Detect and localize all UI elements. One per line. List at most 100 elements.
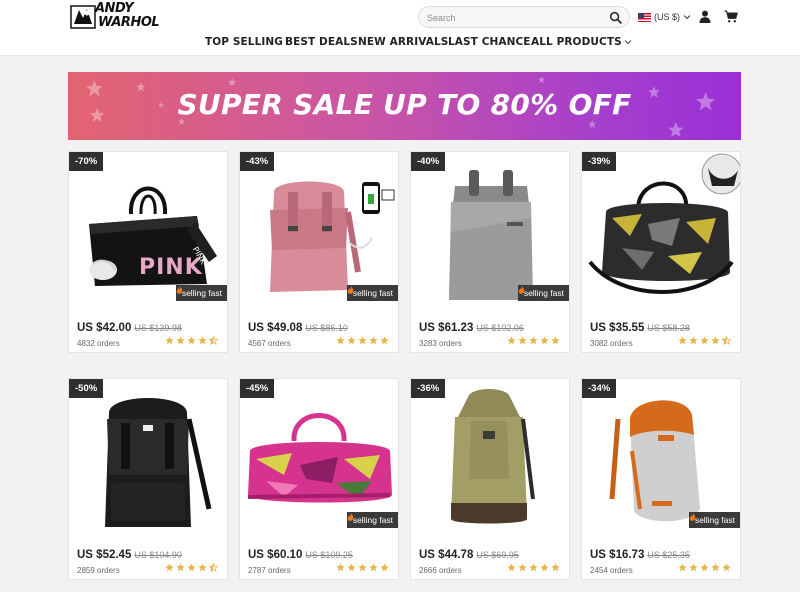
price-row: US $52.45 US $104.90 bbox=[77, 545, 182, 563]
selling-fast-badge: selling fast bbox=[517, 285, 569, 301]
star-full-icon bbox=[678, 336, 687, 345]
product-card[interactable]: -50% US $52.45 US $104.90 2859 orders bbox=[68, 378, 228, 580]
nav-all-products-label: ALL PRODUCTS bbox=[531, 36, 622, 48]
star-full-icon bbox=[540, 563, 549, 572]
selling-fast-badge: selling fast bbox=[346, 512, 398, 528]
product-card[interactable]: -45% selling fast US $60.10 US $109.25 27… bbox=[239, 378, 399, 580]
selling-fast-badge: selling fast bbox=[346, 285, 398, 301]
price-row: US $16.73 US $25.35 bbox=[590, 545, 690, 563]
star-full-icon bbox=[165, 563, 174, 572]
discount-badge: -39% bbox=[582, 152, 617, 171]
product-image-pink-usb-backpack[interactable]: -43% selling fast bbox=[240, 152, 398, 307]
star-full-icon bbox=[529, 336, 538, 345]
star-full-icon bbox=[176, 563, 185, 572]
currency-selector[interactable]: (US $) bbox=[638, 10, 691, 24]
product-old-price: US $69.95 bbox=[476, 550, 519, 560]
star-full-icon bbox=[347, 336, 356, 345]
price-row: US $49.08 US $86.10 bbox=[248, 318, 348, 336]
logo-mark-icon bbox=[70, 5, 96, 29]
star-full-icon bbox=[518, 336, 527, 345]
logo-line-2: WARHOL bbox=[98, 15, 160, 30]
product-image-olive-canvas-bucket-backpack[interactable]: -36% bbox=[411, 379, 569, 534]
product-old-price: US $86.10 bbox=[305, 323, 348, 333]
rating-stars bbox=[507, 336, 560, 345]
selling-fast-badge: selling fast bbox=[688, 512, 740, 528]
rating-stars bbox=[678, 563, 731, 572]
star-full-icon bbox=[711, 563, 720, 572]
product-card[interactable]: -39% US $35.55 US $58.28 3082 orders bbox=[581, 151, 741, 353]
product-price: US $16.73 bbox=[590, 549, 645, 561]
search-box[interactable] bbox=[418, 6, 630, 28]
order-count: 2454 orders bbox=[590, 566, 633, 575]
discount-badge: -34% bbox=[582, 379, 617, 398]
star-full-icon bbox=[347, 563, 356, 572]
order-count: 4567 orders bbox=[248, 339, 291, 348]
star-full-icon bbox=[722, 563, 731, 572]
rating-stars bbox=[165, 563, 218, 572]
nav-best-deals[interactable]: BEST DEALS bbox=[285, 36, 358, 48]
price-row: US $42.00 US $139.98 bbox=[77, 318, 182, 336]
product-price: US $61.23 bbox=[419, 322, 474, 334]
nav-last-chance[interactable]: LAST CHANCE bbox=[448, 36, 531, 48]
order-count: 3082 orders bbox=[590, 339, 633, 348]
product-card[interactable]: -34% selling fast US $16.73 US $25.35 245… bbox=[581, 378, 741, 580]
product-image-grey-roll-top-backpack[interactable]: -40% selling fast bbox=[411, 152, 569, 307]
star-full-icon bbox=[369, 563, 378, 572]
product-price: US $52.45 bbox=[77, 549, 132, 561]
product-old-price: US $109.25 bbox=[305, 550, 353, 560]
user-icon[interactable] bbox=[699, 10, 711, 23]
product-old-price: US $104.90 bbox=[134, 550, 182, 560]
discount-badge: -40% bbox=[411, 152, 446, 171]
product-card[interactable]: -36% US $44.78 US $69.95 2666 orders bbox=[410, 378, 570, 580]
rating-stars bbox=[336, 563, 389, 572]
product-card[interactable]: PINK PINK -70% selling fast US $42.00 US … bbox=[68, 151, 228, 353]
product-image-black-pink-duffel-bag[interactable]: PINK PINK -70% selling fast bbox=[69, 152, 227, 307]
us-flag-icon bbox=[638, 12, 651, 22]
product-image-camo-gym-duffel-bag[interactable]: -39% bbox=[582, 152, 740, 307]
search-icon[interactable] bbox=[609, 11, 622, 24]
discount-badge: -45% bbox=[240, 379, 275, 398]
cart-icon[interactable] bbox=[724, 10, 738, 23]
discount-badge: -36% bbox=[411, 379, 446, 398]
star-full-icon bbox=[380, 336, 389, 345]
fire-icon bbox=[689, 512, 696, 521]
order-count: 3283 orders bbox=[419, 339, 462, 348]
product-card[interactable]: -40% selling fast US $61.23 US $102.06 32… bbox=[410, 151, 570, 353]
selling-fast-label: selling fast bbox=[694, 515, 735, 525]
product-price: US $42.00 bbox=[77, 322, 132, 334]
order-count: 2666 orders bbox=[419, 566, 462, 575]
order-count: 4832 orders bbox=[77, 339, 120, 348]
selling-fast-label: selling fast bbox=[352, 515, 393, 525]
star-full-icon bbox=[336, 336, 345, 345]
product-card[interactable]: -43% selling fast US $49.08 US $86.10 456… bbox=[239, 151, 399, 353]
selling-fast-label: selling fast bbox=[352, 288, 393, 298]
star-full-icon bbox=[369, 336, 378, 345]
nav-new-arrivals[interactable]: NEW ARRIVALS bbox=[358, 36, 448, 48]
star-full-icon bbox=[198, 336, 207, 345]
discount-badge: -43% bbox=[240, 152, 275, 171]
main-nav: TOP SELLING BEST DEALS NEW ARRIVALS LAST… bbox=[0, 36, 800, 52]
order-count: 2859 orders bbox=[77, 566, 120, 575]
product-image-orange-grey-backpack[interactable]: -34% selling fast bbox=[582, 379, 740, 534]
product-old-price: US $25.35 bbox=[647, 550, 690, 560]
nav-all-products[interactable]: ALL PRODUCTS bbox=[531, 36, 632, 48]
star-full-icon bbox=[518, 563, 527, 572]
nav-top-selling[interactable]: TOP SELLING bbox=[205, 36, 283, 48]
star-full-icon bbox=[187, 336, 196, 345]
rating-stars bbox=[336, 336, 389, 345]
fire-icon bbox=[347, 285, 354, 294]
product-old-price: US $102.06 bbox=[476, 323, 524, 333]
product-price: US $44.78 bbox=[419, 549, 474, 561]
rating-stars bbox=[507, 563, 560, 572]
product-image-black-flap-backpack[interactable]: -50% bbox=[69, 379, 227, 534]
andy-warhol-logo[interactable]: ANDY WARHOL bbox=[70, 2, 166, 32]
search-input[interactable] bbox=[427, 10, 607, 25]
star-full-icon bbox=[358, 563, 367, 572]
header: ANDY WARHOL (US $) TOP SELLING BEST DEAL… bbox=[0, 0, 800, 56]
star-half-icon bbox=[209, 563, 218, 572]
star-full-icon bbox=[551, 336, 560, 345]
star-full-icon bbox=[711, 336, 720, 345]
sale-banner[interactable]: SUPER SALE UP TO 80% OFF bbox=[68, 72, 741, 140]
product-image-pink-camo-duffel-bag[interactable]: -45% selling fast bbox=[240, 379, 398, 534]
svg-text:PINK: PINK bbox=[139, 255, 203, 280]
